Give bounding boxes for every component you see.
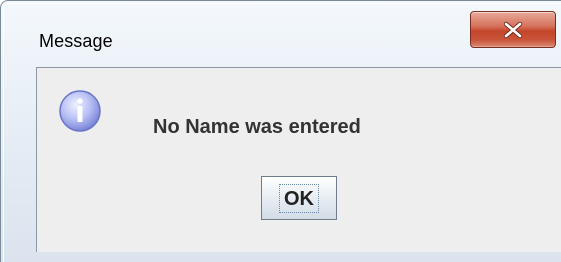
information-icon bbox=[59, 90, 101, 132]
close-button[interactable] bbox=[470, 11, 556, 48]
window-title: Message bbox=[39, 31, 113, 51]
close-icon bbox=[503, 21, 523, 38]
ok-button-label: OK bbox=[279, 183, 319, 213]
ok-button[interactable]: OK bbox=[261, 176, 337, 220]
message-dialog-window: Message No Name was entered OK bbox=[0, 0, 561, 262]
message-text: No Name was entered bbox=[153, 116, 361, 138]
dialog-content-area: No Name was entered OK bbox=[36, 67, 561, 252]
